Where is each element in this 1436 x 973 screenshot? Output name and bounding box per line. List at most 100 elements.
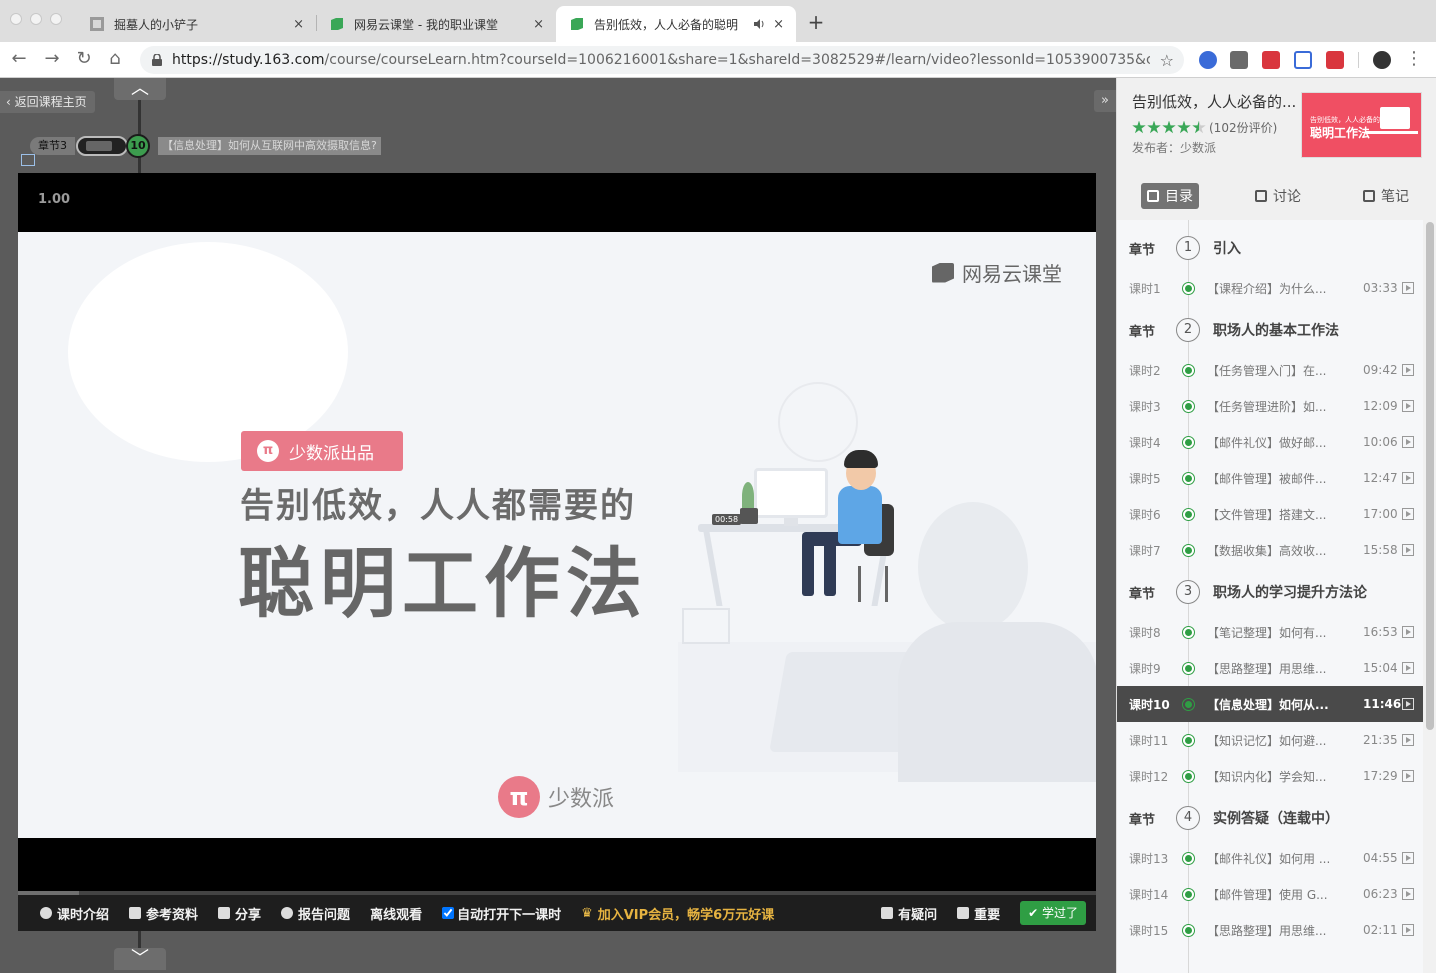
play-video-icon bbox=[1402, 888, 1414, 900]
chapter-label: 章节3 bbox=[30, 137, 75, 155]
play-video-icon bbox=[1402, 698, 1414, 710]
tab-close-icon[interactable]: × bbox=[293, 17, 304, 32]
toc-lesson-current[interactable]: 课时10 【信息处理】如何从... 11:46 bbox=[1117, 686, 1423, 722]
lesson-intro-button[interactable]: 课时介绍 bbox=[40, 904, 109, 923]
address-bar[interactable]: https://study.163.com/course/courseLearn… bbox=[140, 46, 1184, 74]
back-arrow-icon[interactable]: ← bbox=[8, 48, 30, 70]
toc-lesson[interactable]: 课时15 【思路整理】用思维... 02:11 bbox=[1117, 912, 1423, 948]
tab-label: 目录 bbox=[1165, 189, 1193, 205]
lesson-duration: 12:09 bbox=[1363, 399, 1398, 413]
browser-tab-2[interactable]: 网易云课堂 - 我的职业课堂 × bbox=[316, 6, 556, 42]
forward-arrow-icon[interactable]: → bbox=[41, 48, 63, 70]
extension-red-icon[interactable] bbox=[1262, 51, 1280, 69]
window-icon[interactable] bbox=[21, 154, 35, 166]
report-issue-button[interactable]: 报告问题 bbox=[281, 904, 350, 923]
join-vip-link[interactable]: ♛ 加入VIP会员，畅学6万元好课 bbox=[581, 904, 774, 923]
lesson-title: 【邮件礼仪】做好邮... bbox=[1207, 435, 1327, 450]
tab-notes[interactable]: 笔记 bbox=[1357, 183, 1415, 209]
autoplay-next-toggle[interactable]: 自动打开下一课时 bbox=[442, 904, 561, 923]
browser-tab-3-active[interactable]: 告别低效，人人必备的聪明 × bbox=[556, 6, 796, 42]
toc-lesson[interactable]: 课时5 【邮件管理】被邮件... 12:47 bbox=[1117, 460, 1423, 496]
tab-close-icon[interactable]: × bbox=[773, 17, 784, 32]
toc-chapter[interactable]: 章节 2 职场人的基本工作法 bbox=[1117, 312, 1423, 348]
scrollbar-thumb[interactable] bbox=[1426, 222, 1434, 730]
lesson-title: 【任务管理进阶】如... bbox=[1207, 399, 1327, 414]
play-video-icon bbox=[1402, 626, 1414, 638]
course-rating: (102份评价) bbox=[1132, 119, 1277, 136]
video-player[interactable]: 1.00 网易云课堂 π 少数派出品 告别低效，人人都需要的 聪明工作法 00:… bbox=[18, 173, 1096, 931]
next-lesson-button[interactable]: ﹀ bbox=[114, 948, 166, 970]
toc-lesson[interactable]: 课时6 【文件管理】搭建文... 17:00 bbox=[1117, 496, 1423, 532]
extension-globe-icon[interactable] bbox=[1199, 51, 1217, 69]
toc-chapter[interactable]: 章节 3 职场人的学习提升方法论 bbox=[1117, 574, 1423, 610]
course-thumbnail[interactable]: 告别低效，人人必备的 聪明工作法 bbox=[1301, 92, 1422, 158]
window-minimize-button[interactable] bbox=[30, 13, 42, 25]
collapse-sidebar-button[interactable]: » bbox=[1094, 90, 1116, 112]
person-illustration-shin bbox=[824, 538, 836, 596]
lesson-label: 课时12 bbox=[1129, 769, 1169, 784]
toc-lesson[interactable]: 课时1 【课程介绍】为什么... 03:33 bbox=[1117, 270, 1423, 306]
important-button[interactable]: 重要 bbox=[957, 904, 1000, 923]
completed-dot-icon bbox=[1182, 769, 1195, 783]
tab-label: 讨论 bbox=[1273, 189, 1301, 205]
toc-lesson[interactable]: 课时3 【任务管理进阶】如... 12:09 bbox=[1117, 388, 1423, 424]
toc-lesson[interactable]: 课时9 【思路整理】用思维... 15:04 bbox=[1117, 650, 1423, 686]
tab-catalog[interactable]: 目录 bbox=[1141, 183, 1199, 209]
new-tab-button[interactable]: + bbox=[806, 10, 826, 34]
toc-chapter[interactable]: 章节 4 实例答疑（连载中） bbox=[1117, 800, 1423, 836]
control-label: 学过了 bbox=[1041, 906, 1078, 920]
toc-lesson[interactable]: 课时14 【邮件管理】使用 G... 06:23 bbox=[1117, 876, 1423, 912]
star-icon bbox=[1162, 120, 1176, 134]
lesson-label: 课时2 bbox=[1129, 363, 1161, 378]
review-count[interactable]: (102份评价) bbox=[1209, 119, 1277, 136]
extension-blue-icon[interactable] bbox=[1294, 51, 1312, 69]
speaker-icon[interactable] bbox=[753, 18, 765, 30]
control-label: 参考资料 bbox=[146, 907, 199, 923]
more-menu-icon[interactable]: ⋮ bbox=[1403, 48, 1425, 70]
autoplay-checkbox[interactable] bbox=[442, 907, 455, 919]
completed-dot-icon bbox=[1182, 435, 1195, 449]
share-button[interactable]: 分享 bbox=[218, 904, 261, 923]
lesson-duration: 17:29 bbox=[1363, 769, 1398, 783]
offline-view-button[interactable]: 离线观看 bbox=[370, 904, 422, 923]
url-text: https://study.163.com/course/courseLearn… bbox=[172, 52, 1150, 68]
home-icon[interactable]: ⌂ bbox=[104, 48, 126, 70]
toc-lesson[interactable]: 课时8 【笔记整理】如何有... 16:53 bbox=[1117, 614, 1423, 650]
plant-pot bbox=[740, 508, 758, 524]
previous-lesson-button[interactable]: ︿ bbox=[114, 78, 166, 100]
question-button[interactable]: 有疑问 bbox=[881, 904, 937, 923]
lesson-label: 课时3 bbox=[1129, 399, 1161, 414]
course-sidebar: 告别低效，人人必备的... (102份评价) 发布者：少数派 告别低效，人人必备… bbox=[1116, 78, 1436, 973]
reload-icon[interactable]: ↻ bbox=[73, 48, 95, 70]
lesson-duration: 06:23 bbox=[1363, 887, 1398, 901]
toc-lesson[interactable]: 课时2 【任务管理入门】在... 09:42 bbox=[1117, 352, 1423, 388]
back-to-course-link[interactable]: ‹ 返回课程主页 bbox=[0, 91, 95, 113]
reference-materials-button[interactable]: 参考资料 bbox=[129, 904, 198, 923]
course-title[interactable]: 告别低效，人人必备的... bbox=[1132, 91, 1296, 112]
thumbnail-desk bbox=[1366, 131, 1418, 134]
toc-lesson[interactable]: 课时12 【知识内化】学会知... 17:29 bbox=[1117, 758, 1423, 794]
toc-lesson[interactable]: 课时11 【知识记忆】如何避... 21:35 bbox=[1117, 722, 1423, 758]
monitor-stand bbox=[784, 518, 798, 526]
mark-learned-button[interactable]: ✔ 学过了 bbox=[1020, 901, 1086, 925]
bookmark-star-icon[interactable]: ☆ bbox=[1160, 51, 1174, 70]
catalog-scrollbar[interactable] bbox=[1423, 220, 1436, 973]
books-illustration bbox=[682, 608, 730, 644]
tab-title: 掘墓人的小铲子 bbox=[114, 17, 199, 32]
tab-discussion[interactable]: 讨论 bbox=[1249, 183, 1307, 209]
playback-speed[interactable]: 1.00 bbox=[38, 192, 70, 207]
browser-tab-1[interactable]: 掘墓人的小铲子 × bbox=[76, 6, 316, 42]
window-maximize-button[interactable] bbox=[50, 13, 62, 25]
tab-close-icon[interactable]: × bbox=[533, 17, 544, 32]
window-close-button[interactable] bbox=[10, 13, 22, 25]
toc-chapter[interactable]: 章节 1 引入 bbox=[1117, 230, 1423, 266]
toc-lesson[interactable]: 课时13 【邮件礼仪】如何用 ... 04:55 bbox=[1117, 840, 1423, 876]
toc-lesson[interactable]: 课时7 【数据收集】高效收... 15:58 bbox=[1117, 532, 1423, 568]
extension-notes-icon[interactable] bbox=[1326, 51, 1344, 69]
play-video-icon bbox=[1402, 662, 1414, 674]
profile-avatar-icon[interactable] bbox=[1373, 51, 1391, 69]
toc-lesson[interactable]: 课时4 【邮件礼仪】做好邮... 10:06 bbox=[1117, 424, 1423, 460]
person-illustration-hair bbox=[844, 450, 878, 468]
download-icon[interactable] bbox=[1230, 51, 1248, 69]
share-icon bbox=[218, 907, 231, 919]
